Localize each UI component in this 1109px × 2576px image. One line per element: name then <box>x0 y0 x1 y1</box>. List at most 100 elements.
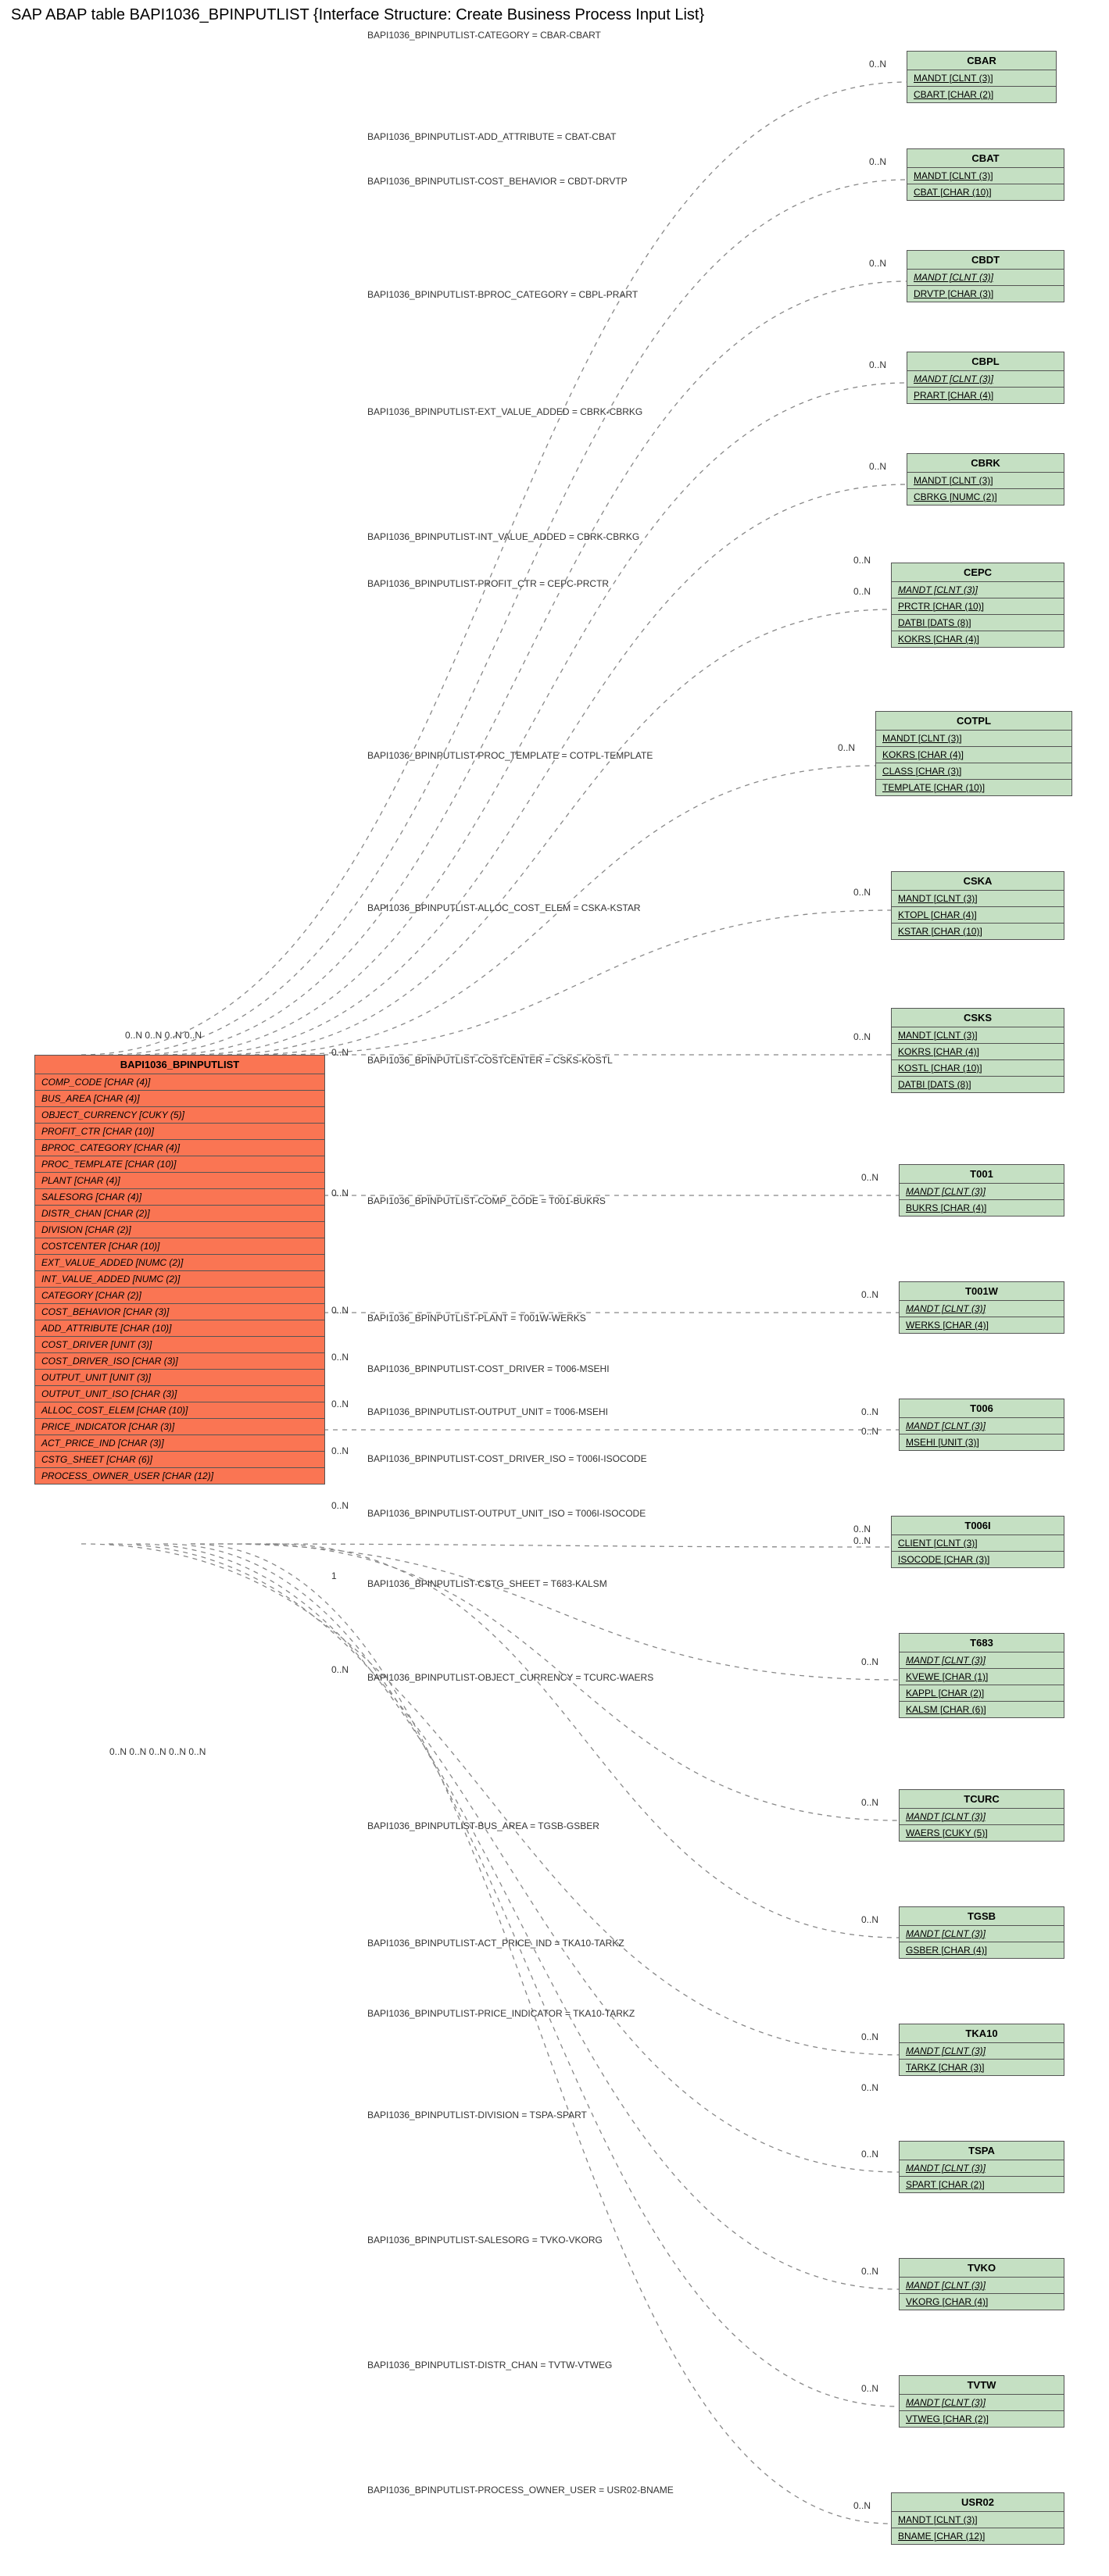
entity-field: MANDT [CLNT (3)] <box>907 270 1064 286</box>
entity-field: MANDT [CLNT (3)] <box>907 70 1056 87</box>
cardinality: 0..N <box>853 1524 871 1535</box>
entity-field: WERKS [CHAR (4)] <box>900 1317 1064 1333</box>
cardinality: 0..N <box>869 59 886 70</box>
cardinality: 0..N <box>861 1172 878 1183</box>
entity-header: T683 <box>900 1634 1064 1652</box>
entity-field: PRICE_INDICATOR [CHAR (3)] <box>35 1419 324 1435</box>
entity-field: MANDT [CLNT (3)] <box>900 2395 1064 2411</box>
cardinality: 0..N <box>861 2149 878 2160</box>
entity-header: CBRK <box>907 454 1064 473</box>
target-entity-csks: CSKSMANDT [CLNT (3)]KOKRS [CHAR (4)]KOST… <box>891 1008 1064 1093</box>
entity-field: OUTPUT_UNIT_ISO [CHAR (3)] <box>35 1386 324 1402</box>
entity-field: COMP_CODE [CHAR (4)] <box>35 1074 324 1091</box>
entity-field: COST_DRIVER_ISO [CHAR (3)] <box>35 1353 324 1370</box>
cardinality: 0..N <box>331 1500 349 1511</box>
entity-field: CLASS [CHAR (3)] <box>876 763 1071 780</box>
entity-field: CLIENT [CLNT (3)] <box>892 1535 1064 1552</box>
entity-field: MANDT [CLNT (3)] <box>900 1809 1064 1825</box>
entity-field: MANDT [CLNT (3)] <box>876 731 1071 747</box>
relation-label: BAPI1036_BPINPUTLIST-BUS_AREA = TGSB-GSB… <box>367 1820 599 1831</box>
entity-field: KOKRS [CHAR (4)] <box>892 631 1064 647</box>
entity-field: CATEGORY [CHAR (2)] <box>35 1288 324 1304</box>
entity-header: T006I <box>892 1517 1064 1535</box>
entity-header: T001W <box>900 1282 1064 1301</box>
entity-field: PRCTR [CHAR (10)] <box>892 598 1064 615</box>
entity-field: MANDT [CLNT (3)] <box>900 1184 1064 1200</box>
relation-label: BAPI1036_BPINPUTLIST-COST_DRIVER = T006-… <box>367 1363 610 1374</box>
entity-field: VKORG [CHAR (4)] <box>900 2294 1064 2310</box>
relation-label: BAPI1036_BPINPUTLIST-EXT_VALUE_ADDED = C… <box>367 406 642 417</box>
entity-field: KALSM [CHAR (6)] <box>900 1702 1064 1717</box>
target-entity-cbrk: CBRKMANDT [CLNT (3)]CBRKG [NUMC (2)] <box>907 453 1064 506</box>
entity-header: COTPL <box>876 712 1071 731</box>
entity-field: MANDT [CLNT (3)] <box>900 1926 1064 1942</box>
entity-field: DATBI [DATS (8)] <box>892 1077 1064 1092</box>
cardinality: 0..N <box>861 1426 878 1437</box>
target-entity-cska: CSKAMANDT [CLNT (3)]KTOPL [CHAR (4)]KSTA… <box>891 871 1064 940</box>
main-entity: BAPI1036_BPINPUTLISTCOMP_CODE [CHAR (4)]… <box>34 1055 325 1485</box>
relation-label: BAPI1036_BPINPUTLIST-PRICE_INDICATOR = T… <box>367 2008 635 2019</box>
entity-field: MANDT [CLNT (3)] <box>907 473 1064 489</box>
entity-field: KTOPL [CHAR (4)] <box>892 907 1064 924</box>
cardinality: 0..N <box>331 1664 349 1675</box>
entity-field: BUKRS [CHAR (4)] <box>900 1200 1064 1216</box>
cardinality: 0..N <box>853 1535 871 1546</box>
target-entity-cbat: CBATMANDT [CLNT (3)]CBAT [CHAR (10)] <box>907 148 1064 201</box>
cardinality: 0..N <box>853 586 871 597</box>
entity-header: T006 <box>900 1399 1064 1418</box>
entity-field: BPROC_CATEGORY [CHAR (4)] <box>35 1140 324 1156</box>
entity-header: BAPI1036_BPINPUTLIST <box>35 1056 324 1074</box>
cardinality: 0..N <box>861 1656 878 1667</box>
entity-field: COST_DRIVER [UNIT (3)] <box>35 1337 324 1353</box>
entity-field: MANDT [CLNT (3)] <box>900 1652 1064 1669</box>
relation-label: BAPI1036_BPINPUTLIST-OBJECT_CURRENCY = T… <box>367 1672 653 1683</box>
target-entity-t001: T001MANDT [CLNT (3)]BUKRS [CHAR (4)] <box>899 1164 1064 1217</box>
relation-label: BAPI1036_BPINPUTLIST-CATEGORY = CBAR-CBA… <box>367 30 601 41</box>
cardinality: 0..N <box>861 2383 878 2394</box>
entity-field: MANDT [CLNT (3)] <box>900 1418 1064 1434</box>
cardinality: 0..N <box>331 1352 349 1363</box>
entity-field: GSBER [CHAR (4)] <box>900 1942 1064 1958</box>
relation-label: BAPI1036_BPINPUTLIST-ADD_ATTRIBUTE = CBA… <box>367 131 616 142</box>
entity-field: MANDT [CLNT (3)] <box>900 2043 1064 2060</box>
relation-label: BAPI1036_BPINPUTLIST-COST_BEHAVIOR = CBD… <box>367 176 628 187</box>
entity-field: PROCESS_OWNER_USER [CHAR (12)] <box>35 1468 324 1484</box>
entity-header: CBDT <box>907 251 1064 270</box>
entity-header: TVTW <box>900 2376 1064 2395</box>
entity-field: CBAT [CHAR (10)] <box>907 184 1064 200</box>
entity-field: INT_VALUE_ADDED [NUMC (2)] <box>35 1271 324 1288</box>
entity-field: MANDT [CLNT (3)] <box>892 2512 1064 2528</box>
relation-label: BAPI1036_BPINPUTLIST-BPROC_CATEGORY = CB… <box>367 289 638 300</box>
entity-field: TARKZ [CHAR (3)] <box>900 2060 1064 2075</box>
target-entity-tspa: TSPAMANDT [CLNT (3)]SPART [CHAR (2)] <box>899 2141 1064 2193</box>
entity-field: SPART [CHAR (2)] <box>900 2177 1064 2192</box>
entity-field: DRVTP [CHAR (3)] <box>907 286 1064 302</box>
target-entity-tvko: TVKOMANDT [CLNT (3)]VKORG [CHAR (4)] <box>899 2258 1064 2310</box>
entity-header: TSPA <box>900 2142 1064 2160</box>
entity-field: COST_BEHAVIOR [CHAR (3)] <box>35 1304 324 1320</box>
entity-header: TCURC <box>900 1790 1064 1809</box>
target-entity-t683: T683MANDT [CLNT (3)]KVEWE [CHAR (1)]KAPP… <box>899 1633 1064 1718</box>
target-entity-cepc: CEPCMANDT [CLNT (3)]PRCTR [CHAR (10)]DAT… <box>891 563 1064 648</box>
relation-label: BAPI1036_BPINPUTLIST-OUTPUT_UNIT = T006-… <box>367 1406 608 1417</box>
entity-field: DISTR_CHAN [CHAR (2)] <box>35 1206 324 1222</box>
relation-label: BAPI1036_BPINPUTLIST-ACT_PRICE_IND = TKA… <box>367 1938 624 1949</box>
entity-header: CSKS <box>892 1009 1064 1027</box>
entity-header: TVKO <box>900 2259 1064 2278</box>
target-entity-tgsb: TGSBMANDT [CLNT (3)]GSBER [CHAR (4)] <box>899 1906 1064 1959</box>
entity-field: KSTAR [CHAR (10)] <box>892 924 1064 939</box>
target-entity-cbar: CBARMANDT [CLNT (3)]CBART [CHAR (2)] <box>907 51 1057 103</box>
entity-field: CSTG_SHEET [CHAR (6)] <box>35 1452 324 1468</box>
entity-field: PLANT [CHAR (4)] <box>35 1173 324 1189</box>
entity-field: MSEHI [UNIT (3)] <box>900 1434 1064 1450</box>
target-entity-t006: T006MANDT [CLNT (3)]MSEHI [UNIT (3)] <box>899 1399 1064 1451</box>
target-entity-t006i: T006ICLIENT [CLNT (3)]ISOCODE [CHAR (3)] <box>891 1516 1064 1568</box>
entity-field: PROFIT_CTR [CHAR (10)] <box>35 1124 324 1140</box>
entity-header: CBAT <box>907 149 1064 168</box>
cardinality: 0..N <box>869 258 886 269</box>
cardinality: 0..N <box>331 1305 349 1316</box>
cardinality: 0..N <box>853 555 871 566</box>
entity-field: ALLOC_COST_ELEM [CHAR (10)] <box>35 1402 324 1419</box>
relation-label: BAPI1036_BPINPUTLIST-INT_VALUE_ADDED = C… <box>367 531 639 542</box>
entity-field: TEMPLATE [CHAR (10)] <box>876 780 1071 795</box>
